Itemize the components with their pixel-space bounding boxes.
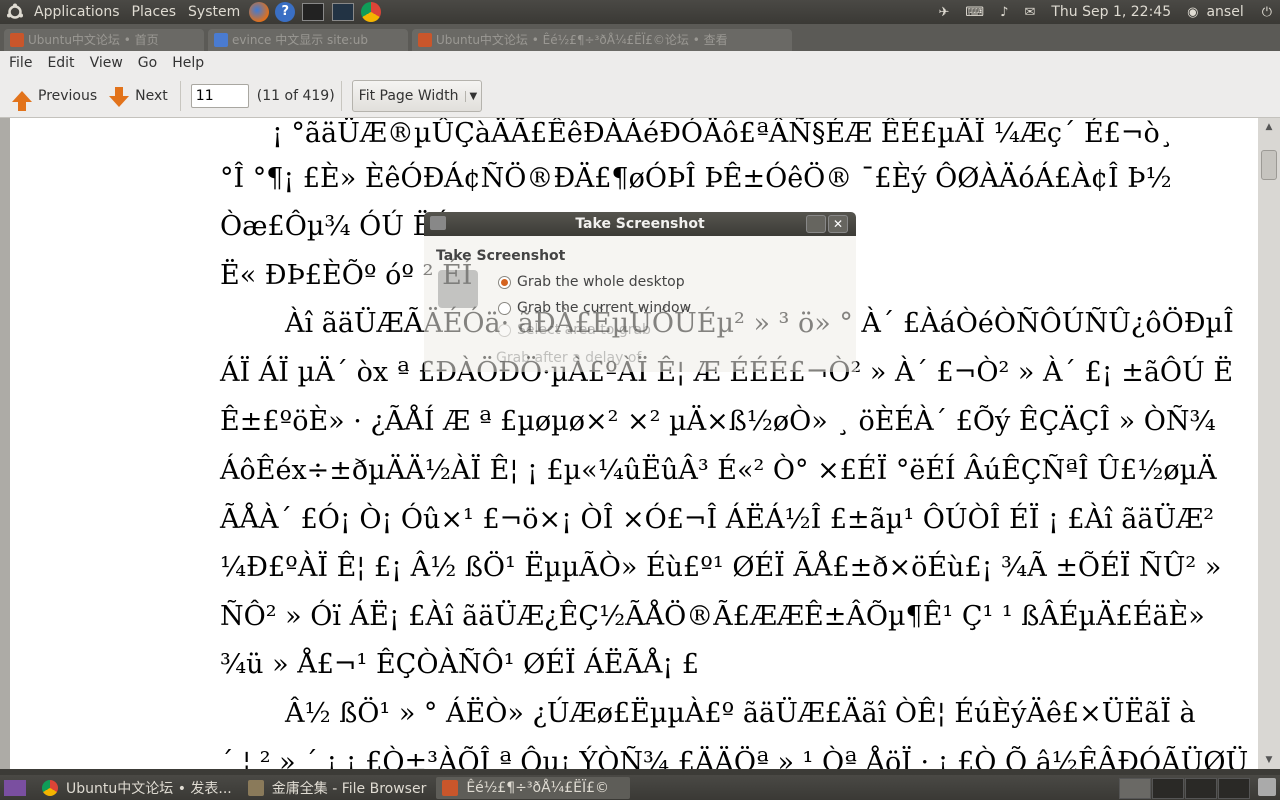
next-button[interactable]: Next	[103, 79, 174, 113]
page-count: (11 of 419)	[256, 88, 335, 104]
menu-help[interactable]: Help	[163, 55, 210, 71]
option-select-area[interactable]: Select area to grab	[498, 322, 651, 338]
system-monitor-launcher-icon[interactable]	[332, 3, 355, 21]
network-icon[interactable]: ✈	[938, 5, 949, 20]
toolbar: Previous Next (11 of 419) Fit Page Width…	[0, 75, 1280, 118]
dialog-titlebar[interactable]: Take Screenshot ✕	[424, 212, 856, 236]
menu-edit[interactable]: Edit	[38, 55, 80, 71]
browser-tab-strip: Ubuntu中文论坛 • 首页 evince 中文显示 site:ub Ubun…	[0, 24, 1280, 69]
trash-icon[interactable]	[1258, 778, 1276, 796]
document-line: ´ ¦ ² » ´ ¡ ¡ £Ò±³ÀÕÎ ª Ôµ¡ ÝÒÑ¾ £ÄÄÖª »…	[220, 747, 1249, 769]
page-number-input[interactable]	[190, 84, 249, 108]
option-current-window[interactable]: Grab the current window	[498, 300, 691, 316]
document-line: ÁôÊéx÷±ðµÄÄ½ÀÏ Ê¦ ¡ £µ«¼ûËûÂ³ É«² Ò° ×£É…	[220, 455, 1217, 486]
user-name[interactable]: ansel	[1206, 4, 1243, 20]
dialog-minimize-button[interactable]	[806, 215, 826, 233]
system-menu[interactable]: System	[182, 0, 246, 24]
top-panel: Applications Places System ? ✈ ⌨ ♪ ✉ Thu…	[0, 0, 1280, 24]
terminal-launcher-icon[interactable]	[302, 3, 325, 21]
chrome-launcher-icon[interactable]	[361, 2, 382, 22]
tab-favicon-icon	[10, 33, 24, 47]
document-line: ¼Ð£ºÀÏ Ê¦ £¡ Â½ ßÖ¹ ËµµÃÒ» Éù£º¹ ØÉÏ ÃÅ£…	[220, 552, 1222, 583]
scroll-up-icon[interactable]: ▲	[1258, 118, 1280, 136]
option-whole-desktop[interactable]: Grab the whole desktop	[498, 274, 685, 290]
mail-icon[interactable]: ✉	[1024, 5, 1035, 20]
workspace-3[interactable]	[1185, 778, 1217, 799]
taskbar-item-file-browser[interactable]: 金庸全集 - File Browser	[242, 777, 435, 799]
document-line: °Î °¶¡ £È» ÈêÓÐÁ¢ÑÖ®ÐÄ£¶øÓÞÎ ÞÊ±ÓêÖ® ¯£È…	[220, 163, 1172, 194]
document-line: ÑÔ² » Óï ÁË¡ £Àî ãäÜÆ¿ÊÇ½ÃÅÖ®Ã£ÆÆÊ±ÂÕµ¶Ê…	[220, 601, 1205, 632]
tab-favicon-icon	[214, 33, 228, 47]
workspace-2[interactable]	[1152, 778, 1184, 799]
bottom-panel: Ubuntu中文论坛 • 发表... 金庸全集 - File Browser Ê…	[0, 775, 1280, 800]
applications-menu[interactable]: Applications	[28, 0, 126, 24]
dialog-heading: Take Screenshot	[436, 248, 566, 264]
browser-tab[interactable]: Ubuntu中文论坛 • Êé½£¶÷³ðÅ¼£ËÏ£©论坛 • 查看	[412, 29, 792, 51]
document-line: ÃÅÀ´ £Ó¡ Ò¡ Óû×¹ £¬ö×¡ ÒÎ ×Ó£¬Î ÁËÁ½Î £±…	[220, 504, 1215, 535]
toolbar-separator	[179, 81, 181, 111]
arrow-up-icon	[12, 90, 32, 111]
show-desktop-icon[interactable]	[4, 779, 26, 796]
scroll-down-icon[interactable]: ▼	[1258, 751, 1280, 769]
help-launcher-icon[interactable]: ?	[275, 2, 296, 22]
tab-favicon-icon	[418, 33, 432, 47]
radio-checked-icon	[498, 275, 511, 289]
taskbar-item-browser[interactable]: Ubuntu中文论坛 • 发表...	[36, 777, 240, 799]
document-line: ¾ü » Å£¬¹ ÊÇÒÀÑÔ¹ ØÉÏ ÁËÃÅ¡ £	[220, 649, 700, 680]
vertical-scrollbar[interactable]: ▲ ▼	[1258, 118, 1280, 769]
chrome-icon	[42, 779, 58, 796]
power-icon[interactable]: ⏻	[1262, 5, 1272, 20]
document-line: Ê±£ºöÈ» · ¿ÃÅÍ Æ ª £µøµø×² ×² µÄ×ß½øÒ» ¸…	[220, 406, 1216, 437]
take-screenshot-dialog: Take Screenshot ✕ Take Screenshot Grab t…	[424, 212, 856, 372]
taskbar-item-document-viewer[interactable]: Êé½£¶÷³ðÅ¼£ËÏ£©	[436, 776, 631, 799]
chevron-down-icon: ▼	[464, 90, 477, 102]
dialog-body: Take Screenshot Grab the whole desktop G…	[424, 236, 856, 372]
scroll-thumb[interactable]	[1261, 150, 1277, 180]
document-icon	[442, 779, 459, 796]
workspace-1[interactable]	[1119, 778, 1151, 799]
camera-icon	[430, 216, 446, 230]
screenshot-camera-icon	[438, 270, 478, 308]
ubuntu-logo-icon[interactable]	[6, 3, 24, 21]
menu-file[interactable]: File	[0, 55, 38, 71]
menubar: File Edit View Go Help	[0, 51, 1280, 75]
volume-icon[interactable]: ♪	[1000, 5, 1008, 20]
document-line: Â½ ßÖ¹ » ° ÁËÒ» ¿ÚÆø£ËµµÀ£º ãäÜÆ£Äãî ÒÊ¦…	[285, 698, 1196, 729]
chat-icon[interactable]: ◉	[1187, 5, 1198, 20]
previous-button[interactable]: Previous	[6, 79, 103, 113]
firefox-launcher-icon[interactable]	[249, 2, 270, 22]
panel-tray: ✈ ⌨ ♪ ✉ Thu Sep 1, 22:45 ◉ ansel ⏻	[930, 0, 1280, 24]
delay-row[interactable]: Grab after a delay of	[496, 350, 641, 366]
document-line: ¡ °ãäÜÆ®µÛÇàÄÃ£ÊêÐÀÁéÐÓÄô£ªÂÑ§ÉÆ ÊÉ£µÄÏ …	[272, 118, 1174, 149]
browser-tab[interactable]: evince 中文显示 site:ub	[208, 29, 408, 51]
places-menu[interactable]: Places	[126, 0, 183, 24]
menu-view[interactable]: View	[81, 55, 129, 71]
radio-unchecked-icon	[498, 323, 511, 337]
toolbar-separator	[340, 81, 342, 111]
radio-unchecked-icon	[498, 301, 511, 315]
folder-icon	[247, 779, 264, 796]
clock[interactable]: Thu Sep 1, 22:45	[1051, 4, 1171, 20]
arrow-down-icon	[109, 86, 130, 107]
workspace-4[interactable]	[1218, 778, 1250, 799]
workspace-switcher[interactable]	[1119, 778, 1250, 799]
dialog-close-button[interactable]: ✕	[828, 215, 848, 233]
zoom-select[interactable]: Fit Page Width ▼	[351, 80, 483, 112]
browser-tab[interactable]: Ubuntu中文论坛 • 首页	[4, 29, 204, 51]
keyboard-icon[interactable]: ⌨	[965, 5, 984, 20]
menu-go[interactable]: Go	[129, 55, 163, 71]
